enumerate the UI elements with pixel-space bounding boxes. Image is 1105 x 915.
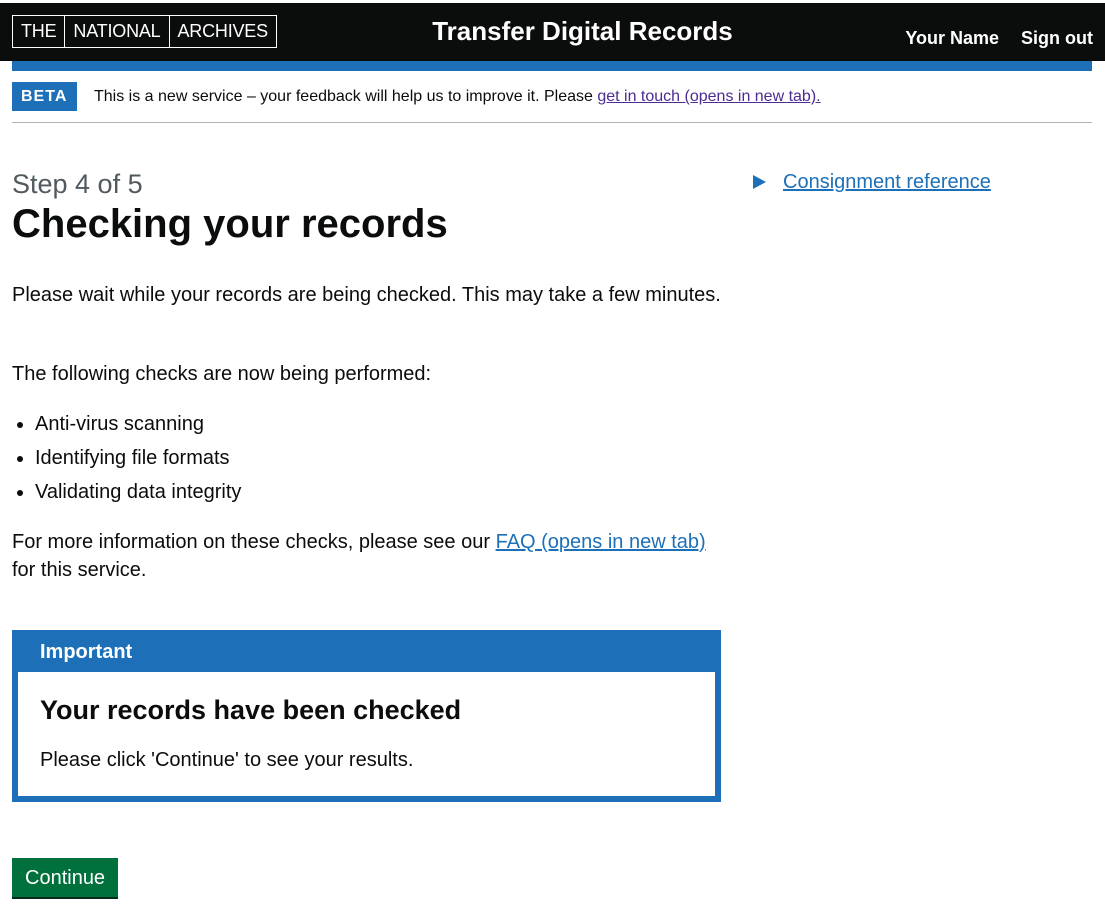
sign-out-link[interactable]: Sign out: [1021, 28, 1093, 49]
notification-content: Your records have been checked Please cl…: [18, 672, 715, 796]
list-item: Validating data integrity: [12, 478, 241, 512]
checks-list: Anti-virus scanning Identifying file for…: [12, 410, 241, 512]
notification-title: Important: [40, 641, 133, 663]
header-blue-bar: [12, 61, 1092, 71]
phase-banner-message: This is a new service – your feedback wi…: [94, 88, 598, 105]
notification-banner: Important Your records have been checked…: [12, 630, 721, 802]
continue-button[interactable]: Continue: [12, 858, 119, 897]
intro-text: Please wait while your records are being…: [12, 284, 721, 306]
list-item: Anti-virus scanning: [12, 410, 241, 444]
consignment-reference-summary[interactable]: Consignment reference: [783, 170, 991, 194]
faq-link[interactable]: FAQ (opens in new tab): [496, 531, 706, 553]
checks-intro-text: The following checks are now being perfo…: [12, 363, 432, 385]
phase-banner: BETA This is a new service – your feedba…: [12, 82, 1092, 123]
user-name-link[interactable]: Your Name: [905, 28, 999, 49]
faq-prefix: For more information on these checks, pl…: [12, 531, 496, 553]
feedback-link[interactable]: get in touch (opens in new tab).: [597, 88, 820, 105]
notification-body: Please click 'Continue' to see your resu…: [40, 749, 414, 771]
triangle-right-icon[interactable]: [753, 175, 766, 189]
step-caption: Step 4 of 5: [12, 169, 143, 199]
page-title: Checking your records: [12, 202, 448, 246]
notification-heading: Your records have been checked: [40, 695, 462, 725]
site-header: THE NATIONAL ARCHIVES Transfer Digital R…: [0, 0, 1105, 61]
list-item: Identifying file formats: [12, 444, 241, 478]
faq-suffix: for this service.: [12, 559, 147, 581]
header-nav: Your Name Sign out: [905, 28, 1093, 49]
phase-banner-text: This is a new service – your feedback wi…: [94, 87, 821, 107]
beta-tag: BETA: [12, 82, 78, 111]
faq-text: For more information on these checks, pl…: [12, 528, 722, 584]
